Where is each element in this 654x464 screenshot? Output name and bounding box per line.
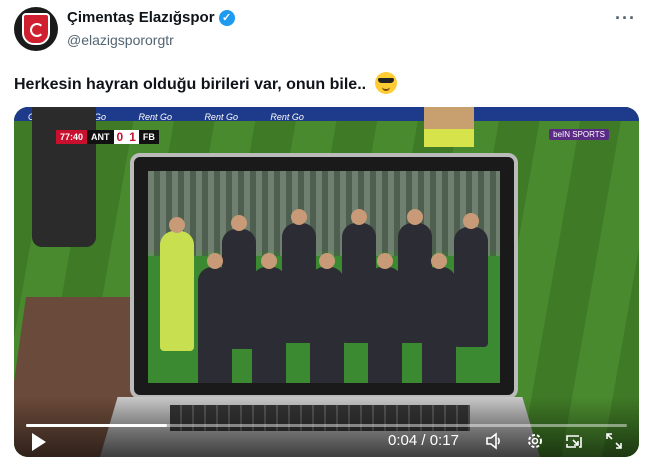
settings-icon[interactable] bbox=[525, 431, 545, 456]
player-figure bbox=[454, 213, 488, 347]
sunglasses-emoji-icon bbox=[374, 72, 397, 94]
tweet-text-row: Herkesin hayran olduğu birileri var, onu… bbox=[14, 72, 397, 94]
profile-avatar[interactable] bbox=[14, 7, 58, 51]
duration: 0:17 bbox=[429, 432, 459, 449]
play-icon[interactable] bbox=[32, 433, 46, 451]
more-options-icon[interactable]: ··· bbox=[615, 8, 636, 29]
time-display: 0:04 / 0:17 bbox=[388, 432, 459, 449]
team-photo bbox=[148, 171, 500, 383]
ad-text: Rent Go bbox=[204, 112, 238, 122]
player-figure bbox=[422, 253, 456, 383]
broadcaster-logo: beIN SPORTS bbox=[549, 129, 609, 140]
video-controls: 0:04 / 0:17 bbox=[14, 397, 639, 457]
match-clock: 77:40 bbox=[56, 130, 88, 144]
player-figure bbox=[368, 253, 402, 383]
fullscreen-icon[interactable] bbox=[604, 431, 624, 456]
away-team: FB bbox=[138, 130, 159, 144]
stadium-crowd bbox=[148, 171, 500, 256]
player-figure bbox=[252, 253, 286, 383]
user-handle[interactable]: @elazigspororgtr bbox=[67, 32, 174, 48]
laptop-screen bbox=[130, 153, 518, 399]
verified-badge-icon: ✓ bbox=[218, 9, 235, 26]
home-team: ANT bbox=[87, 130, 114, 144]
away-score: 1 bbox=[126, 130, 139, 144]
video-player[interactable]: Go Rent Go Rent Go Rent Go Rent Go 77:40… bbox=[14, 107, 639, 457]
progress-fill bbox=[26, 424, 168, 427]
club-crest-icon bbox=[22, 13, 50, 45]
goalkeeper-figure bbox=[160, 217, 194, 351]
volume-icon[interactable] bbox=[484, 431, 504, 456]
picture-in-picture-icon[interactable] bbox=[564, 431, 584, 456]
ad-text: Rent Go bbox=[138, 112, 172, 122]
player-figure bbox=[198, 253, 232, 383]
ad-board: Go Rent Go Rent Go Rent Go Rent Go bbox=[14, 107, 639, 122]
progress-bar[interactable] bbox=[26, 424, 627, 427]
scorebug: 77:40 ANT 0 1 FB bbox=[56, 130, 159, 144]
display-name[interactable]: Çimentaş Elazığspor bbox=[67, 9, 215, 26]
display-name-row[interactable]: Çimentaş Elazığspor ✓ bbox=[67, 9, 235, 26]
ad-text: Rent Go bbox=[270, 112, 304, 122]
person-legs bbox=[32, 107, 96, 247]
player-figure bbox=[310, 253, 344, 383]
referee-socks bbox=[424, 129, 474, 147]
home-score: 0 bbox=[113, 130, 127, 144]
current-time: 0:04 bbox=[388, 432, 418, 449]
tweet-text: Herkesin hayran olduğu birileri var, onu… bbox=[14, 76, 367, 93]
